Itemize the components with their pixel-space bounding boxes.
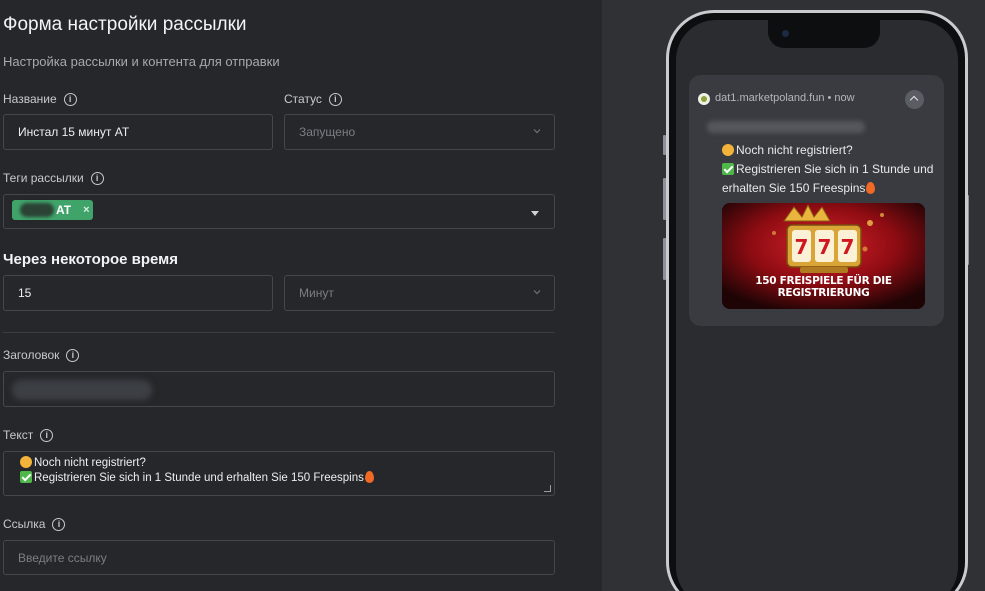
link-input-placeholder: Введите ссылку (18, 550, 107, 565)
text-line-1-value: Noch nicht registriert? (34, 457, 146, 469)
link-input[interactable]: Введите ссылку (3, 540, 555, 575)
scream-emoji-icon (20, 456, 32, 468)
resize-handle-icon[interactable] (544, 485, 551, 492)
delay-value: 15 (18, 286, 32, 300)
text-label: Текст (3, 428, 34, 442)
header-redacted-blur (12, 380, 152, 400)
info-icon[interactable]: i (90, 171, 104, 185)
delay-heading: Через некоторое время (3, 251, 179, 268)
check-emoji-icon (722, 163, 734, 175)
phone-notch (768, 20, 880, 48)
tag-chip-label: AT (56, 203, 72, 217)
fire-emoji-icon (364, 471, 374, 483)
header-input[interactable] (3, 371, 555, 407)
slot-reel-2: 7 (818, 235, 832, 259)
delay-value-input[interactable]: 15 (3, 275, 273, 311)
text-label-row: Текст i (3, 428, 54, 442)
notification-title-redacted (707, 121, 865, 133)
notification-line-1: Noch nicht registriert? (722, 141, 937, 160)
form-subtitle: Настройка рассылки и контента для отправ… (3, 54, 280, 69)
info-icon[interactable]: i (52, 517, 66, 531)
slot-reel-1: 7 (795, 235, 809, 259)
text-line-2-value: Registrieren Sie sich in 1 Stunde und er… (34, 472, 364, 484)
delay-unit-select[interactable]: Минут (284, 275, 555, 311)
notification-image: 7 7 7 150 FREISPIELE FÜR DIE REGISTRIERU… (722, 203, 925, 309)
notification-line-1-text: Noch nicht registriert? (736, 143, 853, 157)
collapse-icon[interactable] (905, 90, 924, 109)
status-label-row: Статус i (284, 92, 342, 106)
text-line-2: Registrieren Sie sich in 1 Stunde und er… (20, 471, 554, 486)
chevron-down-icon (533, 129, 541, 134)
form-panel: Форма настройки рассылки Настройка рассы… (0, 0, 572, 591)
notification-line-2: Registrieren Sie sich in 1 Stunde und er… (722, 160, 937, 198)
status-select-value: Запущено (299, 125, 356, 139)
form-title: Форма настройки рассылки (3, 14, 247, 35)
info-icon[interactable]: i (66, 348, 80, 362)
tag-chip: AT × (12, 200, 93, 220)
caret-down-icon[interactable] (531, 211, 539, 216)
tags-label-row: Теги рассылки i (3, 171, 104, 185)
name-label-row: Название i (3, 92, 77, 106)
text-textarea[interactable]: Noch nicht registriert? Registrieren Sie… (3, 451, 555, 496)
status-select[interactable]: Запущено (284, 114, 555, 150)
chevron-down-icon (533, 290, 541, 295)
scream-emoji-icon (722, 144, 734, 156)
panel-gutter (572, 0, 602, 591)
notification-line-2-text: Registrieren Sie sich in 1 Stunde und er… (722, 162, 934, 195)
notification-body: Noch nicht registriert? Registrieren Sie… (722, 141, 937, 198)
camera-icon (782, 30, 789, 37)
tag-redacted-blur (20, 203, 54, 217)
text-line-1: Noch nicht registriert? (20, 456, 554, 471)
info-icon[interactable]: i (63, 92, 77, 106)
status-label: Статус (284, 92, 322, 106)
header-label: Заголовок (3, 348, 60, 362)
divider (3, 332, 555, 333)
name-input[interactable]: Инстал 15 минут AT (3, 114, 273, 150)
check-emoji-icon (20, 471, 32, 483)
header-label-row: Заголовок i (3, 348, 80, 362)
link-label-row: Ссылка i (3, 517, 66, 531)
close-icon[interactable]: × (83, 204, 89, 216)
info-icon[interactable]: i (40, 428, 54, 442)
fire-emoji-icon (866, 182, 876, 194)
link-label: Ссылка (3, 517, 46, 531)
delay-unit-value: Минут (299, 286, 334, 300)
name-label: Название (3, 92, 57, 106)
notification-image-caption: 150 FREISPIELE FÜR DIE REGISTRIERUNG (755, 275, 892, 299)
push-notification-preview: dat1.marketpoland.fun • now Noch nicht r… (689, 75, 944, 326)
site-logo-icon (698, 93, 710, 105)
name-input-value: Инстал 15 минут AT (18, 125, 130, 139)
slot-reel-3: 7 (841, 235, 855, 259)
notification-source: dat1.marketpoland.fun • now (715, 92, 855, 104)
tags-label: Теги рассылки (3, 171, 84, 185)
info-icon[interactable]: i (328, 92, 342, 106)
